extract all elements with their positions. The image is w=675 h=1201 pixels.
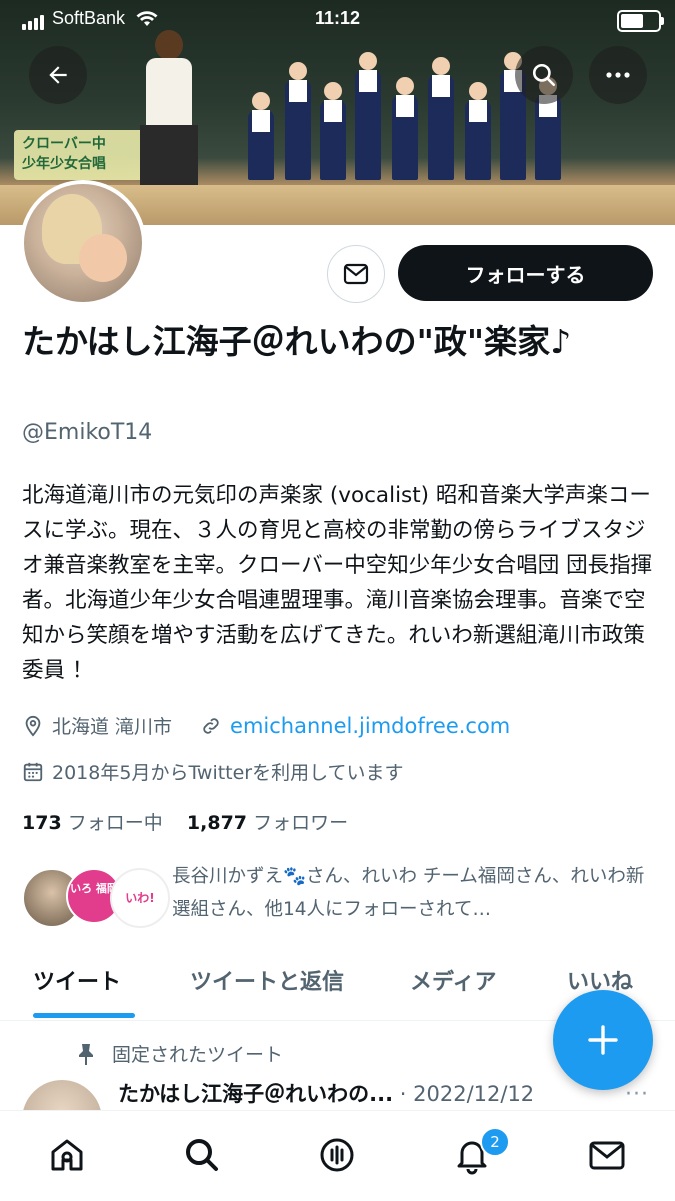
pinned-label: 固定されたツイート (112, 1044, 284, 1066)
tweet-header: たかはし江海子＠れいわの... · 2022/12/12 (118, 1078, 534, 1108)
search-icon (186, 1139, 218, 1171)
home-icon (51, 1139, 83, 1171)
pin-icon (79, 1043, 93, 1065)
nav-messages[interactable] (587, 1135, 627, 1175)
profile-website-link[interactable]: emichannel.jimdofree.com (230, 714, 510, 738)
profile-bio: 北海道滝川市の元気印の声楽家 (vocalist) 昭和音楽大学声楽コースに学ぶ… (22, 483, 653, 683)
banner-conductor (140, 30, 198, 200)
nav-spaces[interactable] (317, 1135, 357, 1175)
location-icon (25, 715, 41, 737)
profile-avatar[interactable] (20, 180, 146, 306)
tab-media[interactable]: メディア (410, 964, 496, 996)
follow-button[interactable]: フォローする (398, 245, 653, 301)
search-button[interactable] (515, 46, 573, 104)
following-link[interactable]: 173 フォロー中 (22, 812, 163, 834)
nav-explore[interactable] (182, 1135, 222, 1175)
message-button[interactable] (327, 245, 385, 303)
plus-icon (588, 1025, 618, 1055)
profile-joined-row: 2018年5月からTwitterを利用しています (22, 758, 404, 785)
tweet-more-button[interactable]: ··· (625, 1082, 649, 1107)
tab-tweets-and-replies[interactable]: ツイートと返信 (190, 964, 344, 996)
profile-meta-row: 北海道 滝川市 emichannel.jimdofree.com (22, 712, 510, 739)
nav-home[interactable] (47, 1135, 87, 1175)
banner-singer (285, 62, 311, 180)
more-button[interactable] (589, 46, 647, 104)
link-icon (203, 717, 219, 734)
mail-icon (589, 1141, 625, 1170)
follow-counts: 173 フォロー中 1,877 フォロワー (22, 808, 348, 835)
banner-singer (355, 52, 381, 180)
active-tab-indicator (33, 1013, 135, 1018)
tweet-date: · 2022/12/12 (399, 1082, 535, 1106)
profile-joined: 2018年5月からTwitterを利用しています (52, 762, 404, 784)
back-button[interactable] (29, 46, 87, 104)
calendar-icon (23, 762, 43, 781)
notifications-badge: 2 (480, 1127, 510, 1157)
clock: 11:12 (314, 8, 361, 28)
pinned-label-row: 固定されたツイート (76, 1040, 283, 1067)
status-bar: SoftBank 11:12 (0, 0, 675, 40)
banner-singer (535, 77, 561, 180)
avatar: いわ! (110, 868, 170, 928)
banner-singer (392, 77, 418, 180)
profile-name: たかはし江海子＠れいわの"政"楽家♪ (22, 322, 572, 361)
compose-tweet-button[interactable] (553, 990, 653, 1090)
banner-singer (320, 82, 346, 180)
arrow-left-icon (49, 66, 67, 84)
followers-you-know-avatars[interactable]: いろ 福岡 いわ! (22, 868, 170, 928)
profile-location: 北海道 滝川市 (52, 716, 173, 738)
banner-singer (465, 82, 491, 180)
search-icon (532, 63, 556, 87)
battery-icon (617, 10, 664, 32)
mail-icon (343, 263, 369, 285)
more-icon (606, 72, 630, 78)
followers-link[interactable]: 1,877 フォロワー (187, 812, 348, 834)
banner-singer (248, 92, 274, 180)
tweet-author[interactable]: たかはし江海子＠れいわの... (118, 1082, 393, 1106)
banner-singer (428, 57, 454, 180)
spaces-icon (320, 1138, 354, 1172)
bottom-nav (0, 1110, 675, 1201)
followed-by-text[interactable]: 長谷川かずえ🐾さん、れいわ チーム福岡さん、れいわ新選組さん、他14人にフォロー… (172, 860, 652, 926)
profile-handle: @EmikoT14 (22, 420, 153, 445)
tab-tweets[interactable]: ツイート (33, 964, 121, 996)
